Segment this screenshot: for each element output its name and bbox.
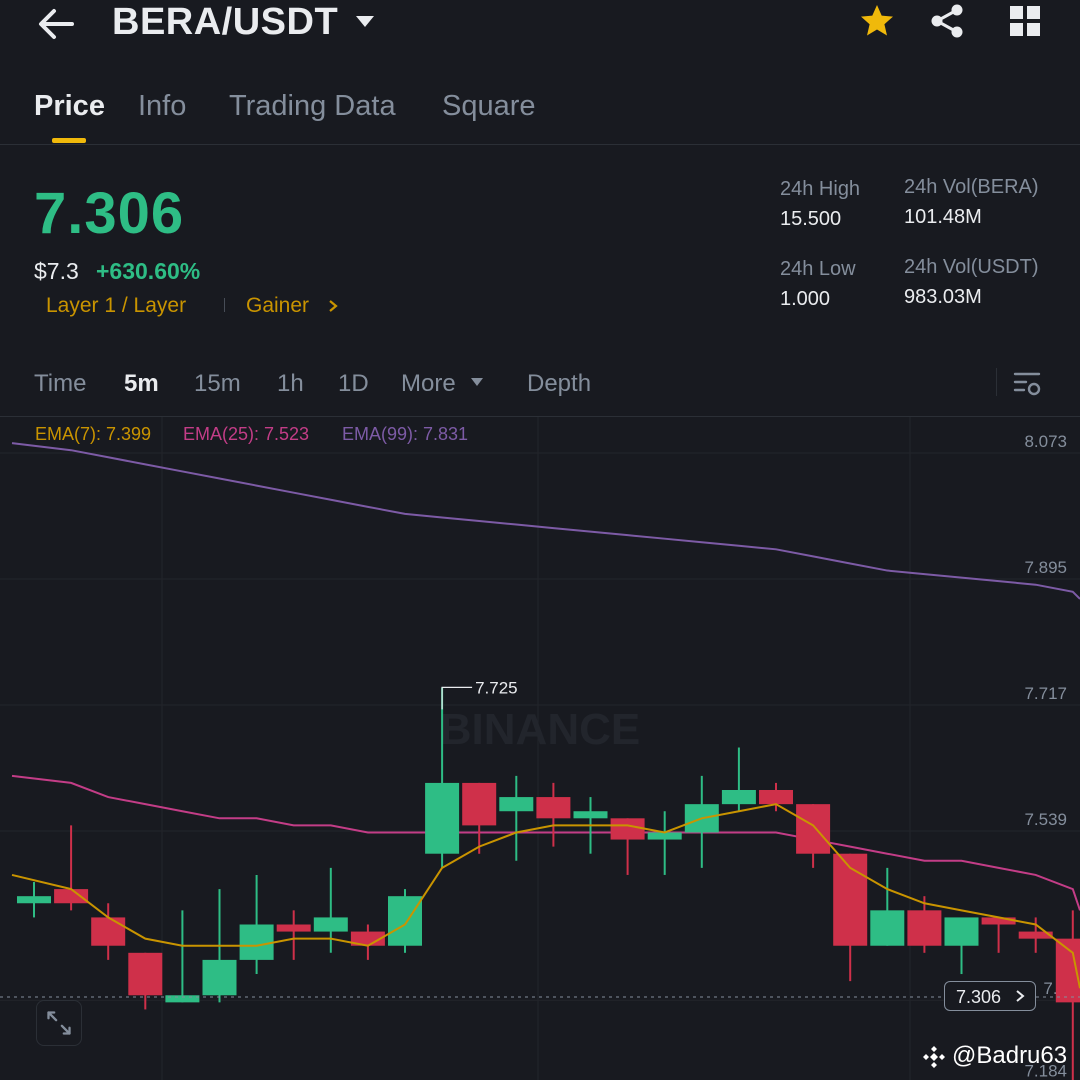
- binance-logo-icon: [923, 1046, 945, 1068]
- candle: [276, 910, 311, 960]
- interval-15m[interactable]: 15m: [194, 368, 241, 400]
- usd-price: $7.3: [34, 258, 79, 284]
- candle-body: [759, 789, 793, 805]
- gainer-tag[interactable]: Gainer: [246, 292, 309, 320]
- current-price-label: 7.306: [956, 987, 1002, 1007]
- pair-title[interactable]: BERA/USDT: [112, 0, 338, 44]
- candle-body: [796, 804, 831, 854]
- candle-body: [870, 910, 905, 946]
- back-arrow-icon[interactable]: [36, 6, 76, 42]
- ema25-line: [11, 774, 1080, 911]
- last-price: 7.306: [34, 181, 185, 246]
- low-label: 24h Low: [780, 258, 856, 280]
- low-value: 1.000: [780, 288, 831, 310]
- divider: [996, 368, 997, 396]
- candle: [944, 917, 979, 975]
- tab-price[interactable]: Price: [34, 88, 105, 124]
- candle-body: [239, 924, 274, 960]
- y-axis-label: 7.539: [1024, 810, 1067, 829]
- candle: [165, 910, 200, 1003]
- candle: [128, 952, 163, 1010]
- candle: [981, 917, 1016, 953]
- candle: [721, 747, 756, 812]
- candle-body: [128, 952, 163, 996]
- candle-body: [944, 917, 979, 946]
- candle: [239, 874, 274, 975]
- grid-icon[interactable]: [1008, 4, 1042, 38]
- volume-base-value: 101.48M: [904, 206, 982, 228]
- candle: [17, 882, 51, 918]
- candle-body: [981, 917, 1016, 925]
- chart-settings-icon[interactable]: [1012, 368, 1042, 398]
- candle-body: [91, 917, 126, 946]
- candle: [350, 924, 385, 960]
- share-icon[interactable]: [928, 2, 966, 40]
- candle: [870, 867, 905, 946]
- candle: [647, 811, 682, 875]
- candle-body: [54, 889, 89, 904]
- ema25-legend: EMA(25): 7.523: [183, 424, 310, 444]
- binance-watermark: BINANCE: [440, 705, 640, 754]
- interval-1d[interactable]: 1D: [338, 368, 369, 400]
- volume-quote-label: 24h Vol(USDT): [904, 256, 1039, 278]
- tab-info[interactable]: Info: [138, 88, 186, 124]
- candle-body: [499, 797, 534, 812]
- sector-tag[interactable]: Layer 1 / Layer: [46, 292, 186, 320]
- y-axis-label: 7.895: [1024, 558, 1067, 577]
- price-change-percent: +630.60%: [96, 258, 201, 284]
- candle-body: [721, 789, 756, 805]
- candle-body: [536, 797, 571, 819]
- tab-square[interactable]: Square: [442, 88, 536, 124]
- candle-body: [425, 782, 460, 854]
- candle-body: [907, 910, 942, 946]
- high-label: 24h High: [780, 178, 861, 200]
- candle: [91, 903, 126, 960]
- divider: [224, 298, 225, 312]
- candle: [796, 804, 831, 868]
- candle-body: [610, 818, 645, 840]
- star-icon[interactable]: [858, 2, 896, 40]
- max-marker-label: 7.725: [475, 678, 518, 697]
- interval-5m[interactable]: 5m: [124, 368, 159, 400]
- candle-body: [202, 959, 237, 996]
- divider: [0, 144, 1080, 145]
- candle: [536, 782, 571, 847]
- candlestick-chart[interactable]: BINANCE 8.0737.8957.7177.5397.37.184 7.7…: [0, 417, 1080, 1080]
- candle: [499, 775, 534, 861]
- chevron-down-icon[interactable]: [354, 13, 376, 29]
- active-tab-indicator: [52, 138, 86, 143]
- high-value: 15.500: [780, 208, 842, 230]
- chevron-down-icon[interactable]: [470, 377, 484, 387]
- candle-body: [462, 782, 497, 826]
- candle-body: [276, 924, 311, 932]
- y-axis-label: 8.073: [1024, 432, 1067, 451]
- candle: [833, 853, 868, 982]
- chevron-right-icon[interactable]: [1014, 988, 1026, 1004]
- author-watermark: @Badru63: [952, 1042, 1068, 1069]
- ema99-legend: EMA(99): 7.831: [342, 424, 469, 444]
- interval-1h[interactable]: 1h: [277, 368, 304, 400]
- candle-body: [17, 896, 51, 904]
- depth-tab[interactable]: Depth: [527, 368, 591, 400]
- volume-base-label: 24h Vol(BERA): [904, 176, 1039, 198]
- candle-body: [313, 917, 348, 932]
- candle-body: [165, 995, 200, 1003]
- interval-more[interactable]: More: [401, 368, 456, 400]
- candle: [388, 889, 422, 953]
- interval-time[interactable]: Time: [34, 368, 86, 400]
- chevron-right-icon[interactable]: [326, 296, 340, 316]
- candle-body: [388, 896, 422, 946]
- ema7-legend: EMA(7): 7.399: [35, 424, 152, 444]
- candle-body: [573, 811, 608, 819]
- candle-body: [647, 832, 682, 840]
- y-axis-label: 7.717: [1024, 684, 1067, 703]
- volume-quote-value: 983.03M: [904, 286, 982, 308]
- ema99-line: [11, 442, 1080, 600]
- fullscreen-icon[interactable]: [36, 1000, 82, 1046]
- tab-trading-data[interactable]: Trading Data: [229, 88, 396, 124]
